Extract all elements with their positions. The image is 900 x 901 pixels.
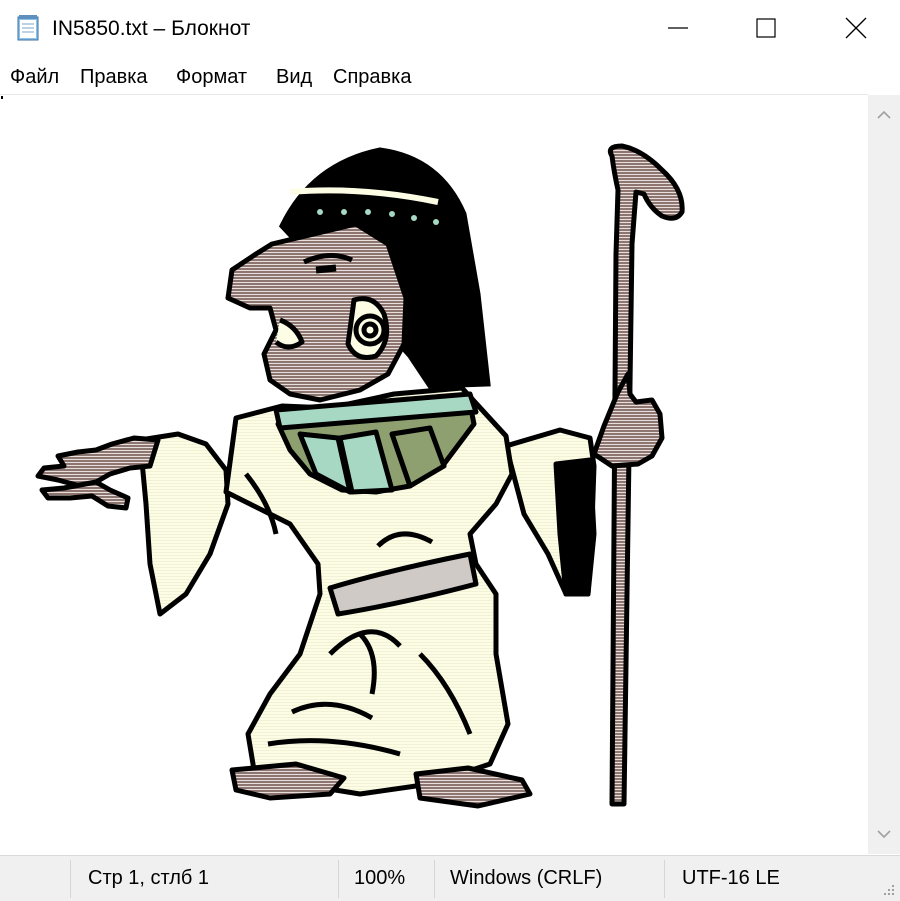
scroll-down-button[interactable] bbox=[868, 814, 900, 854]
line-endings: Windows (CRLF) bbox=[450, 867, 603, 889]
menu-help[interactable]: Справка bbox=[333, 64, 411, 90]
menu-bar: Файл Правка Формат Вид Справка bbox=[0, 60, 900, 94]
menu-edit[interactable]: Правка bbox=[80, 64, 148, 90]
cursor-position: Стр 1, стлб 1 bbox=[88, 867, 210, 889]
title-bar: IN5850.txt – Блокнот bbox=[0, 0, 900, 56]
maximize-icon bbox=[756, 18, 776, 38]
close-icon bbox=[845, 17, 867, 39]
window-title: IN5850.txt – Блокнот bbox=[52, 17, 251, 40]
encoding: UTF-16 LE bbox=[682, 867, 780, 889]
maximize-button[interactable] bbox=[720, 0, 812, 56]
status-separator bbox=[664, 860, 665, 898]
resize-grip-icon[interactable] bbox=[882, 883, 896, 897]
chevron-down-icon bbox=[877, 830, 891, 839]
zoom-level: 100% bbox=[354, 867, 406, 889]
minimize-button[interactable] bbox=[632, 0, 724, 56]
notepad-icon[interactable] bbox=[16, 14, 42, 42]
menu-file[interactable]: Файл bbox=[10, 64, 59, 90]
menu-format[interactable]: Формат bbox=[176, 64, 247, 90]
menu-view[interactable]: Вид bbox=[276, 64, 312, 90]
minimize-icon bbox=[668, 27, 688, 29]
status-separator bbox=[434, 860, 435, 898]
ascii-art-figure bbox=[35, 143, 685, 809]
close-button[interactable] bbox=[810, 0, 900, 56]
chevron-up-icon bbox=[877, 110, 891, 119]
vertical-scrollbar[interactable] bbox=[868, 95, 900, 854]
status-separator bbox=[338, 860, 339, 898]
scroll-up-button[interactable] bbox=[868, 95, 900, 135]
status-bar: Стр 1, стлб 1 100% Windows (CRLF) UTF-16… bbox=[0, 855, 900, 901]
staff bbox=[607, 143, 685, 807]
status-separator bbox=[70, 860, 71, 898]
